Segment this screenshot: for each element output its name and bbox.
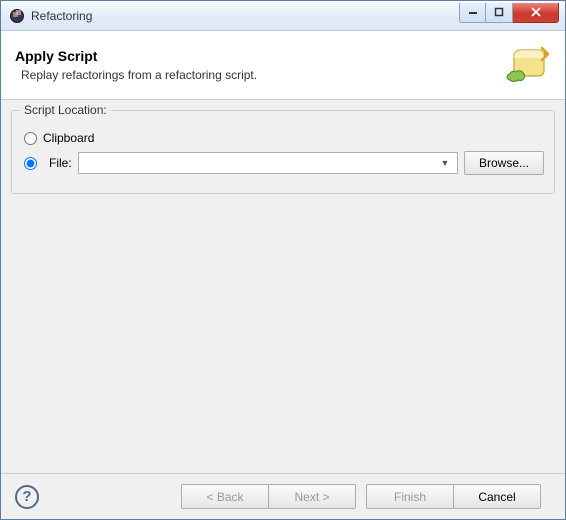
app-icon — [9, 8, 25, 24]
chevron-down-icon: ▼ — [437, 158, 453, 168]
back-button[interactable]: < Back — [181, 484, 269, 509]
file-label: File: — [49, 156, 72, 170]
dialog-banner: Apply Script Replay refactorings from a … — [1, 31, 565, 100]
dialog-footer: ? < Back Next > Finish Cancel — [1, 473, 565, 519]
maximize-button[interactable] — [486, 3, 513, 23]
window-controls — [459, 3, 559, 23]
titlebar[interactable]: Refactoring — [1, 1, 565, 31]
script-icon — [503, 41, 551, 89]
next-button[interactable]: Next > — [268, 484, 356, 509]
clipboard-radio[interactable] — [24, 132, 37, 145]
cancel-button[interactable]: Cancel — [453, 484, 541, 509]
group-legend: Script Location: — [20, 103, 111, 117]
window-frame: Refactoring Apply Script Replay refactor… — [0, 0, 566, 520]
help-icon[interactable]: ? — [15, 485, 39, 509]
clipboard-radio-row: Clipboard — [22, 131, 544, 145]
script-location-group: Script Location: Clipboard File: ▼ Brows… — [11, 110, 555, 194]
dialog-content: Script Location: Clipboard File: ▼ Brows… — [1, 100, 565, 473]
file-path-combo[interactable]: ▼ — [78, 152, 458, 174]
clipboard-label: Clipboard — [43, 131, 94, 145]
browse-button[interactable]: Browse... — [464, 151, 544, 175]
file-radio[interactable] — [24, 157, 37, 170]
banner-heading: Apply Script — [15, 48, 503, 64]
close-button[interactable] — [513, 3, 559, 23]
window-title: Refactoring — [31, 9, 459, 23]
minimize-button[interactable] — [459, 3, 486, 23]
file-radio-row: File: ▼ Browse... — [22, 151, 544, 175]
banner-description: Replay refactorings from a refactoring s… — [15, 68, 503, 82]
finish-button[interactable]: Finish — [366, 484, 454, 509]
